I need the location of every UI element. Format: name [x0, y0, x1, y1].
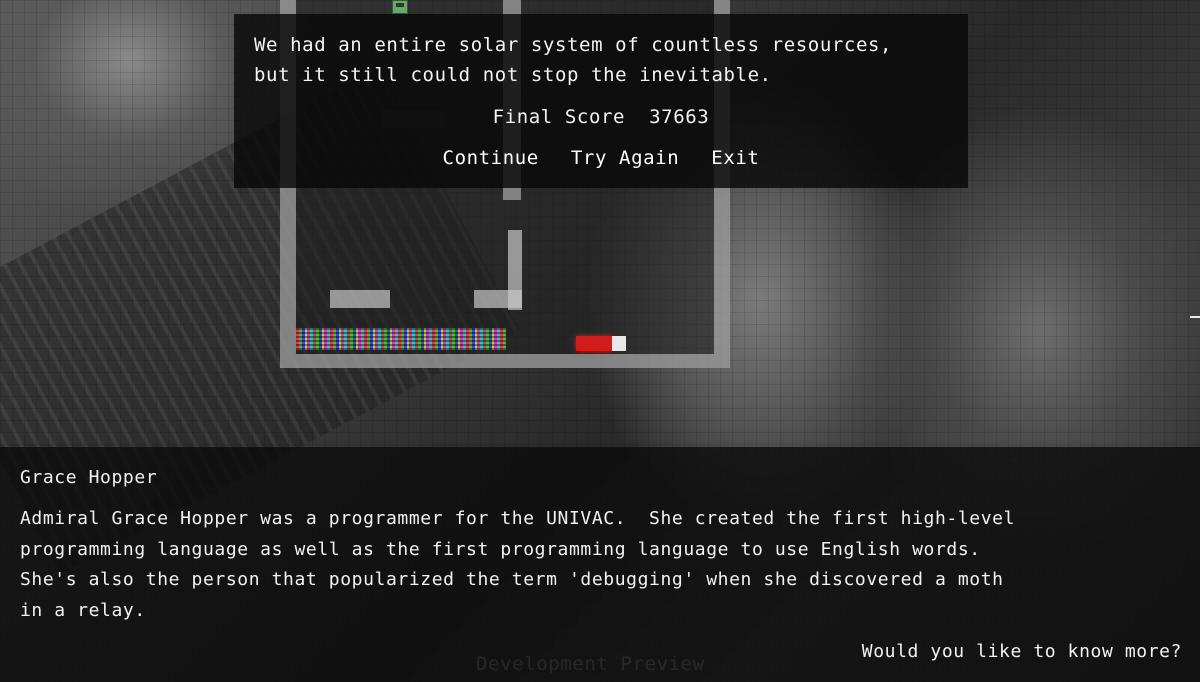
know-more-link[interactable]: Would you like to know more? — [862, 641, 1182, 662]
stacked-block — [474, 290, 522, 308]
development-preview-watermark: Development Preview — [476, 653, 705, 675]
floppy-disk-icon — [392, 0, 408, 14]
active-piece-tip — [612, 336, 626, 351]
person-name: Grace Hopper — [20, 467, 158, 488]
glitch-row — [296, 328, 506, 350]
bio-line: Admiral Grace Hopper was a programmer fo… — [20, 508, 1016, 529]
game-over-menu: Continue Try Again Exit — [234, 147, 968, 169]
game-over-dialog: We had an entire solar system of countle… — [234, 14, 968, 188]
bio-line: programming language as well as the firs… — [20, 539, 981, 560]
final-score-value: 37663 — [649, 106, 710, 128]
stacked-block — [330, 290, 390, 308]
game-over-message-line-1: We had an entire solar system of countle… — [254, 34, 893, 56]
game-over-message-line-2: but it still could not stop the inevitab… — [254, 64, 772, 86]
continue-button[interactable]: Continue — [443, 147, 539, 169]
bio-line: She's also the person that popularized t… — [20, 569, 1004, 590]
active-piece — [576, 336, 612, 351]
final-score: Final Score 37663 — [234, 106, 968, 128]
exit-button[interactable]: Exit — [711, 147, 759, 169]
info-panel: Development Preview Grace Hopper Admiral… — [0, 447, 1200, 682]
final-score-label: Final Score — [492, 106, 626, 128]
game-screen: We had an entire solar system of countle… — [0, 0, 1200, 682]
try-again-button[interactable]: Try Again — [571, 147, 679, 169]
edge-marker — [1190, 316, 1200, 318]
bio-line: in a relay. — [20, 600, 146, 621]
